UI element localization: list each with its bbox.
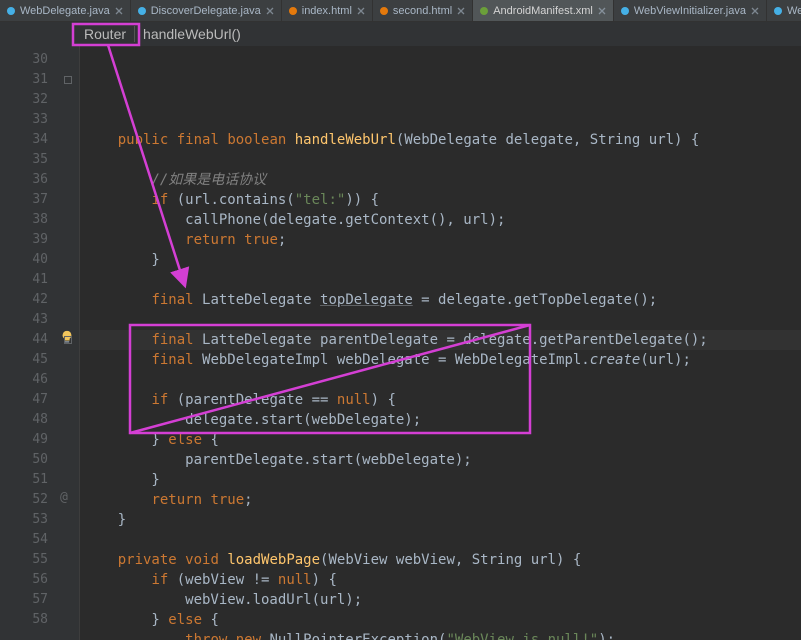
code-line[interactable]: } else { [84, 610, 801, 630]
code-line[interactable]: webView.loadUrl(url); [84, 590, 801, 610]
file-java-icon [620, 6, 630, 16]
code-line[interactable]: final LatteDelegate parentDelegate = del… [84, 330, 801, 350]
line-number: 57 [0, 590, 48, 610]
close-icon[interactable] [456, 6, 466, 16]
line-number: 36 [0, 170, 48, 190]
close-icon[interactable] [597, 6, 607, 16]
line-number: 45 [0, 350, 48, 370]
file-html-icon [379, 6, 389, 16]
code-line[interactable] [84, 110, 801, 130]
line-number: 53 [0, 510, 48, 530]
close-icon[interactable] [750, 6, 760, 16]
file-tab[interactable]: DiscoverDelegate.java [131, 0, 282, 21]
line-number: 48 [0, 410, 48, 430]
line-number-gutter: 3031323334353637383940414243444546474849… [0, 46, 56, 640]
close-icon[interactable] [356, 6, 366, 16]
line-number: 54 [0, 530, 48, 550]
line-number: 58 [0, 610, 48, 630]
line-number: 44 [0, 330, 48, 350]
file-tab-label: DiscoverDelegate.java [151, 5, 261, 17]
line-number: 50 [0, 450, 48, 470]
line-number: 42 [0, 290, 48, 310]
file-tab[interactable]: WebDelegate.java [0, 0, 131, 21]
gutter-marks: @ [56, 46, 80, 640]
file-tab[interactable]: AndroidManifest.xml [473, 0, 614, 21]
line-number: 39 [0, 230, 48, 250]
line-number: 37 [0, 190, 48, 210]
line-number: 31 [0, 70, 48, 90]
breadcrumb-method[interactable]: handleWebUrl() [134, 26, 249, 42]
file-java-icon [773, 6, 783, 16]
file-tab[interactable]: index.html [282, 0, 373, 21]
file-xml-icon [479, 6, 489, 16]
file-tab-label: WebViewClientImpl.java [787, 5, 801, 17]
file-tab[interactable]: WebViewClientImpl.java [767, 0, 801, 21]
code-line[interactable]: final LatteDelegate topDelegate = delega… [84, 290, 801, 310]
line-number: 47 [0, 390, 48, 410]
code-editor[interactable]: 3031323334353637383940414243444546474849… [0, 46, 801, 640]
code-line[interactable]: if (url.contains("tel:")) { [84, 190, 801, 210]
line-number: 51 [0, 470, 48, 490]
code-line[interactable]: //如果是电话协议 [84, 170, 801, 190]
file-tab[interactable]: WebViewInitializer.java [614, 0, 767, 21]
code-line[interactable] [84, 150, 801, 170]
file-tab[interactable]: second.html [373, 0, 473, 21]
fold-icon[interactable] [64, 336, 72, 344]
file-tab-label: second.html [393, 5, 452, 17]
file-tab-label: index.html [302, 5, 352, 17]
code-line[interactable]: if (parentDelegate == null) { [84, 390, 801, 410]
code-line[interactable]: return true; [84, 490, 801, 510]
code-line[interactable]: if (webView != null) { [84, 570, 801, 590]
close-icon[interactable] [265, 6, 275, 16]
fold-icon[interactable] [64, 76, 72, 84]
line-number: 34 [0, 130, 48, 150]
line-number: 30 [0, 50, 48, 70]
code-line[interactable]: } [84, 250, 801, 270]
code-line[interactable]: parentDelegate.start(webDelegate); [84, 450, 801, 470]
line-number: 33 [0, 110, 48, 130]
close-icon[interactable] [114, 6, 124, 16]
line-number: 52 [0, 490, 48, 510]
line-number: 40 [0, 250, 48, 270]
line-number: 49 [0, 430, 48, 450]
code-line[interactable]: public final boolean handleWebUrl(WebDel… [84, 130, 801, 150]
line-number: 41 [0, 270, 48, 290]
code-line[interactable]: } else { [84, 430, 801, 450]
code-line[interactable]: private void loadWebPage(WebView webView… [84, 550, 801, 570]
code-line[interactable]: delegate.start(webDelegate); [84, 410, 801, 430]
code-line[interactable] [84, 530, 801, 550]
code-line[interactable] [84, 270, 801, 290]
code-line[interactable] [84, 370, 801, 390]
code-line[interactable]: return true; [84, 230, 801, 250]
file-tab-strip: WebDelegate.java DiscoverDelegate.java ind… [0, 0, 801, 22]
code-line[interactable]: final WebDelegateImpl webDelegate = WebD… [84, 350, 801, 370]
line-number: 56 [0, 570, 48, 590]
file-java-icon [137, 6, 147, 16]
code-line[interactable]: callPhone(delegate.getContext(), url); [84, 210, 801, 230]
code-line[interactable]: } [84, 470, 801, 490]
breadcrumb-class[interactable]: Router [76, 26, 134, 42]
code-area[interactable]: public final boolean handleWebUrl(WebDel… [80, 46, 801, 640]
line-number: 35 [0, 150, 48, 170]
breadcrumb: Router handleWebUrl() [0, 22, 801, 46]
file-tab-label: WebViewInitializer.java [634, 5, 746, 17]
gutter-change-marker: @ [60, 490, 68, 505]
file-tab-label: AndroidManifest.xml [493, 5, 593, 17]
code-line[interactable]: throw new NullPointerException("WebView … [84, 630, 801, 640]
file-html-icon [288, 6, 298, 16]
line-number: 43 [0, 310, 48, 330]
code-line[interactable]: } [84, 510, 801, 530]
file-java-icon [6, 6, 16, 16]
line-number: 32 [0, 90, 48, 110]
file-tab-label: WebDelegate.java [20, 5, 110, 17]
line-number: 46 [0, 370, 48, 390]
line-number: 55 [0, 550, 48, 570]
code-line[interactable] [84, 310, 801, 330]
line-number: 38 [0, 210, 48, 230]
